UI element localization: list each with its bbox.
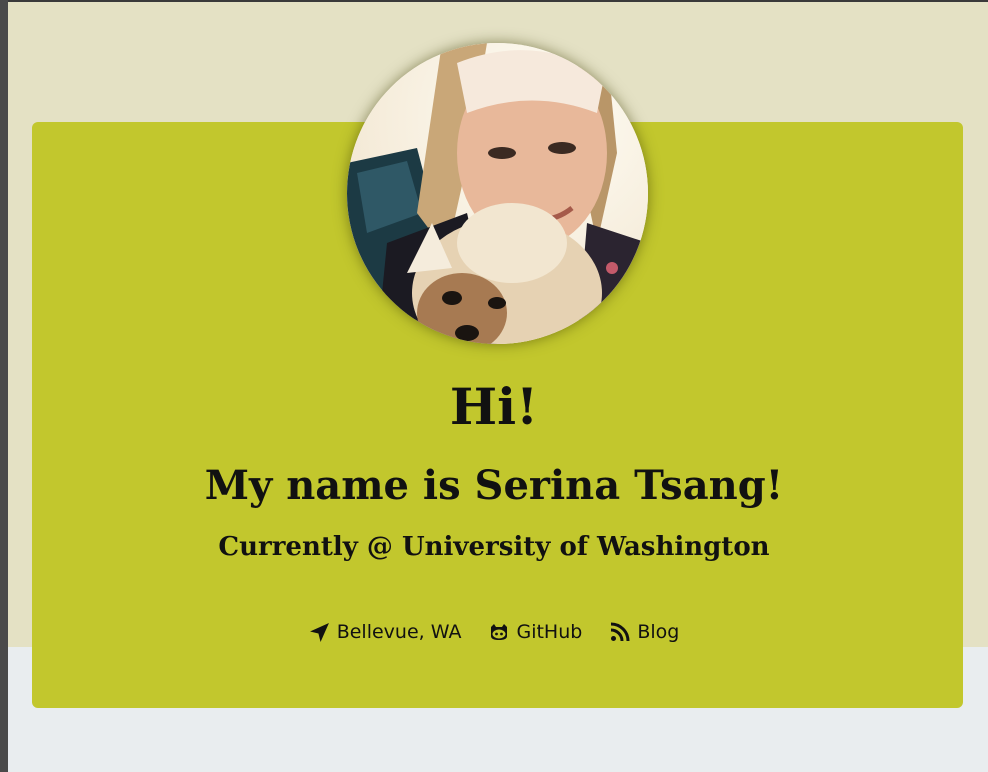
github-label: GitHub	[516, 621, 583, 643]
profile-photo	[347, 43, 648, 344]
location-label: Bellevue, WA	[336, 621, 462, 643]
github-link[interactable]: GitHub	[489, 618, 582, 646]
blog-link[interactable]: Blog	[610, 618, 679, 646]
blog-label: Blog	[637, 621, 680, 643]
name-heading: My name is Serina Tsang!	[204, 462, 784, 509]
github-icon	[489, 622, 509, 642]
current-position-heading: Currently @ University of Washington	[218, 532, 770, 562]
profile-links: Bellevue, WA GitHub Blog	[0, 618, 988, 646]
greeting-heading: Hi!	[449, 377, 539, 436]
rss-icon	[610, 622, 630, 642]
location-link: Bellevue, WA	[309, 618, 462, 646]
location-arrow-icon	[309, 622, 330, 643]
